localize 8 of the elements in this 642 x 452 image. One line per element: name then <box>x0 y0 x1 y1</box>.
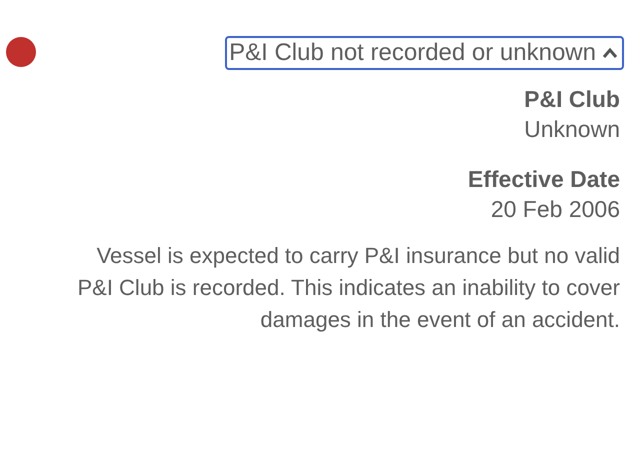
field-value: Unknown <box>524 115 620 144</box>
field-label: P&I Club <box>524 85 620 114</box>
field-label: Effective Date <box>468 165 620 194</box>
field-value: 20 Feb 2006 <box>490 195 620 224</box>
alert-toggle[interactable]: P&I Club not recorded or unknown <box>225 36 624 70</box>
status-dot-icon <box>6 37 36 67</box>
chevron-icon <box>602 47 618 59</box>
description-text: Vessel is expected to carry P&I insurance but no valid P&I Club is recorded. This indicates an inability to cover damages in the event of an accident. <box>76 242 620 334</box>
